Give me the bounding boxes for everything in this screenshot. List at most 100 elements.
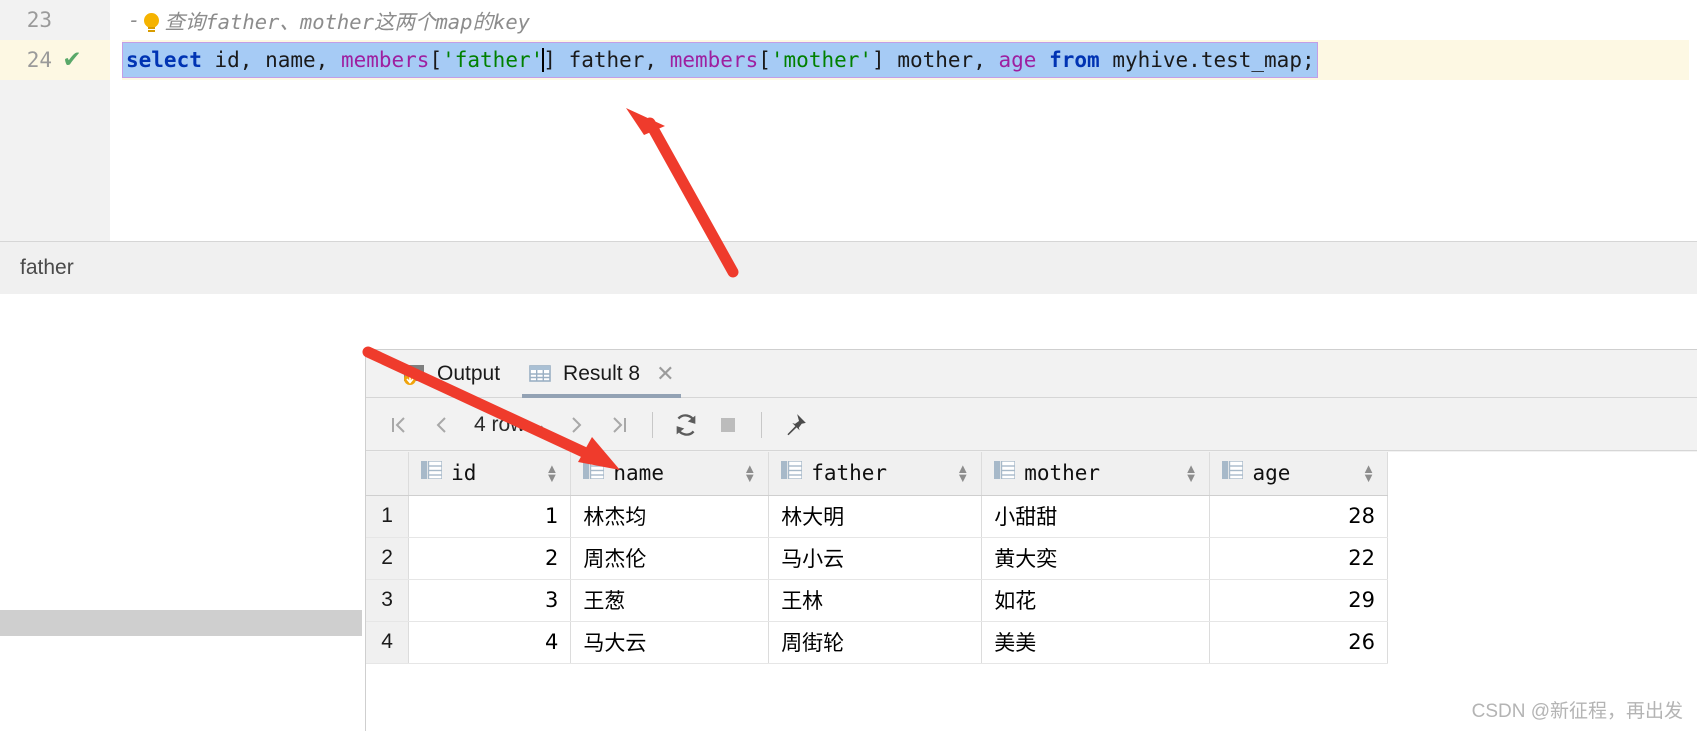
cell-age[interactable]: 29 (1209, 579, 1388, 622)
results-toolbar: 4 row ⌄ (366, 399, 1697, 451)
row-number: 2 (366, 537, 410, 580)
next-page-button[interactable] (556, 404, 598, 446)
result-table: id ▲ ▼ name ▲ ▼ father ▲ ▼ mother ▲ ▼ ag… (366, 452, 1388, 664)
sql-token-alias-mother: mother, (884, 48, 999, 72)
sort-toggle-icon[interactable]: ▲ ▼ (743, 462, 756, 484)
comment-text: 查询father、mother这两个map的key (164, 10, 530, 34)
grid-icon (528, 362, 552, 386)
comment-dash: - (128, 8, 141, 32)
table-row[interactable]: 4 4 马大云 周街轮 美美 26 (366, 621, 1388, 664)
cell-name[interactable]: 王葱 (570, 579, 770, 622)
screenshot-root: 23 24 ✔ - 查询father、mother这两个map的key sele… (0, 0, 1697, 731)
cell-father[interactable]: 王林 (768, 579, 983, 622)
sql-token-alias-father: father, (555, 48, 670, 72)
last-page-button[interactable] (598, 404, 640, 446)
sort-toggle-icon[interactable]: ▲ ▼ (546, 462, 559, 484)
breadcrumb-strip: father (0, 241, 1697, 295)
tab-result-8-label: Result 8 (563, 361, 641, 385)
sql-token-from: from (1049, 48, 1100, 72)
table-row[interactable]: 2 2 周杰伦 马小云 黄大奕 22 (366, 537, 1388, 580)
cell-id[interactable]: 4 (408, 621, 572, 664)
toolbar-separator-1 (652, 411, 654, 438)
cell-father[interactable]: 周街轮 (768, 621, 983, 664)
line-number-24: 24 (26, 48, 52, 72)
row-number: 4 (366, 621, 410, 664)
line-number-23: 23 (26, 8, 52, 32)
result-grid[interactable]: id ▲ ▼ name ▲ ▼ father ▲ ▼ mother ▲ ▼ ag… (366, 452, 1697, 731)
row-count-label: 4 row (474, 412, 526, 436)
close-icon[interactable]: ✕ (656, 362, 674, 385)
sql-token-mother-key: 'mother' (770, 48, 873, 72)
tab-output[interactable]: Output (388, 350, 514, 398)
refresh-icon[interactable] (665, 404, 707, 446)
column-header-name[interactable]: name ▲ ▼ (570, 452, 770, 496)
cell-mother[interactable]: 小甜甜 (981, 495, 1211, 538)
tab-result-8[interactable]: Result 8 ✕ (514, 350, 688, 398)
column-header-mother-label: mother (1024, 461, 1101, 486)
cell-mother[interactable]: 美美 (981, 621, 1211, 664)
code-line-sql[interactable]: select id, name, members['father'] fathe… (122, 40, 1689, 80)
breadcrumb-label: father (20, 256, 74, 279)
table-row[interactable]: 3 3 王葱 王林 如花 29 (366, 579, 1388, 622)
column-header-father-label: father (811, 461, 888, 486)
cell-age[interactable]: 28 (1209, 495, 1388, 538)
tab-output-label: Output (437, 361, 501, 385)
sql-token-bracket-close-2: ] (872, 48, 885, 72)
editor-gutter: 23 24 ✔ (0, 0, 111, 241)
sql-token-age: age (998, 48, 1037, 72)
console-icon (402, 362, 426, 386)
cell-age[interactable]: 26 (1209, 621, 1388, 664)
cell-name[interactable]: 周杰伦 (570, 537, 770, 580)
sql-token-select: select (126, 48, 202, 72)
cell-mother[interactable]: 黄大奕 (981, 537, 1211, 580)
row-number: 1 (366, 495, 410, 538)
column-header-id[interactable]: id ▲ ▼ (408, 452, 572, 496)
toolbar-separator-2 (761, 411, 763, 438)
horizontal-scrollbar[interactable] (0, 610, 362, 636)
sql-token-bracket-close-1: ] (543, 48, 556, 72)
row-number-header (366, 452, 410, 496)
sql-token-table: myhive.test_map; (1099, 48, 1315, 72)
cell-age[interactable]: 22 (1209, 537, 1388, 580)
gutter-row-24: 24 ✔ (0, 40, 110, 80)
column-header-father[interactable]: father ▲ ▼ (768, 452, 983, 496)
column-type-icon (1222, 460, 1245, 485)
table-row[interactable]: 1 1 林杰均 林大明 小甜甜 28 (366, 495, 1388, 538)
results-panel: Output Result 8 ✕ 4 row ⌄ id ▲ ▼ name ▲ … (365, 349, 1697, 731)
cell-father[interactable]: 马小云 (768, 537, 983, 580)
cell-id[interactable]: 3 (408, 579, 572, 622)
sql-selection-highlight[interactable]: select id, name, members['father'] fathe… (122, 42, 1318, 78)
row-number: 3 (366, 579, 410, 622)
intention-bulb-icon[interactable] (144, 12, 160, 29)
gutter-row-23: 23 (0, 0, 110, 40)
cell-id[interactable]: 1 (408, 495, 572, 538)
cell-id[interactable]: 2 (408, 537, 572, 580)
sql-token-father-key: 'father' (442, 48, 544, 72)
sql-editor[interactable]: 23 24 ✔ - 查询father、mother这两个map的key sele… (0, 0, 1697, 241)
column-type-icon (421, 460, 443, 485)
pin-icon[interactable] (774, 404, 816, 446)
column-header-id-label: id (451, 461, 477, 486)
statement-ok-check-icon: ✔ (62, 45, 82, 72)
cell-father[interactable]: 林大明 (768, 495, 983, 538)
gutter-mark-24: ✔ (52, 45, 92, 73)
column-type-icon (781, 460, 803, 485)
table-header: id ▲ ▼ name ▲ ▼ father ▲ ▼ mother ▲ ▼ ag… (366, 452, 1388, 496)
stop-icon[interactable] (707, 404, 749, 446)
sql-token-members-2: members (669, 48, 759, 72)
cell-mother[interactable]: 如花 (981, 579, 1211, 622)
cell-name[interactable]: 林杰均 (570, 495, 770, 538)
sort-toggle-icon[interactable]: ▲ ▼ (1362, 462, 1375, 484)
code-area[interactable]: - 查询father、mother这两个map的key select id, n… (110, 0, 1697, 241)
cell-name[interactable]: 马大云 (570, 621, 770, 664)
column-header-age[interactable]: age ▲ ▼ (1209, 452, 1388, 496)
chevron-down-icon[interactable]: ⌄ (531, 414, 546, 435)
code-line-comment: - 查询father、mother这两个map的key (128, 0, 530, 40)
previous-page-button[interactable] (420, 404, 462, 446)
sql-token-bracket-open-2: [ (758, 48, 771, 72)
column-header-age-label: age (1252, 461, 1291, 486)
sort-toggle-icon[interactable]: ▲ ▼ (956, 462, 969, 484)
sort-toggle-icon[interactable]: ▲ ▼ (1185, 462, 1198, 484)
column-header-mother[interactable]: mother ▲ ▼ (981, 452, 1211, 496)
first-page-button[interactable] (378, 404, 420, 446)
